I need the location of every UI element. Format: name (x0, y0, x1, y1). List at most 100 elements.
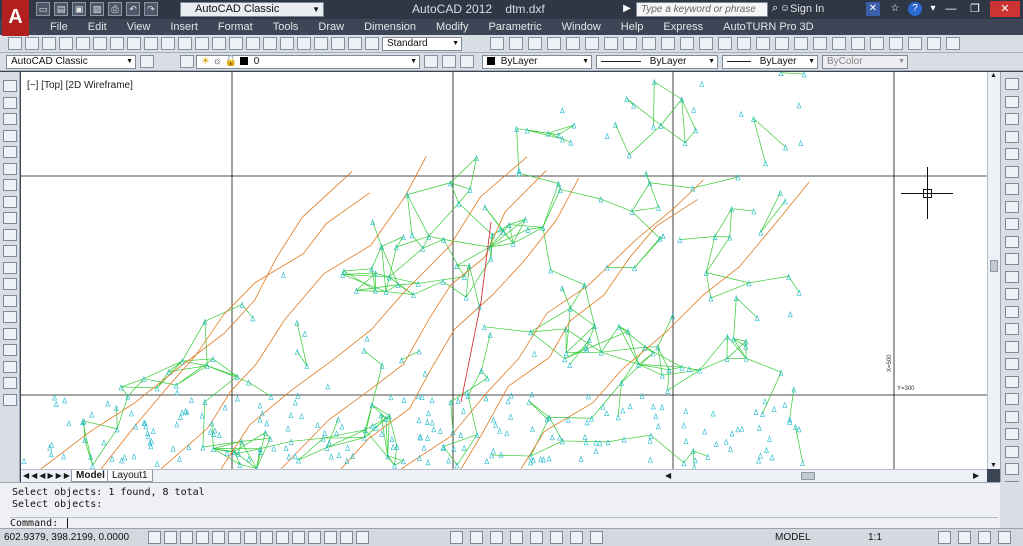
array-icon[interactable] (1005, 148, 1019, 160)
text-icon[interactable] (348, 37, 362, 50)
publish-icon[interactable] (585, 37, 599, 50)
line-icon[interactable] (8, 37, 22, 50)
properties-icon[interactable] (832, 37, 846, 50)
scroll-up-icon[interactable]: ▲ (990, 72, 997, 79)
arc-icon[interactable] (93, 37, 107, 50)
infer-constraints-icon[interactable] (148, 531, 161, 544)
region-icon[interactable] (263, 37, 277, 50)
scroll-left-icon[interactable]: ◀ (665, 471, 671, 480)
offset-icon[interactable] (1005, 130, 1019, 143)
minimize-button[interactable]: — (940, 1, 962, 17)
help-icon[interactable]: ? (908, 2, 922, 16)
break-point-icon[interactable] (1005, 270, 1019, 283)
osnap-icon[interactable] (228, 531, 241, 544)
3d-dwf-icon[interactable] (604, 37, 618, 50)
tpy-icon[interactable] (324, 531, 337, 544)
viewport-label[interactable]: [−] [Top] [2D Wireframe] (27, 80, 133, 91)
menu-help[interactable]: Help (611, 19, 654, 35)
mtext-icon[interactable] (297, 37, 311, 50)
model-space-toggle[interactable]: MODEL (775, 532, 811, 543)
menu-dimension[interactable]: Dimension (354, 19, 426, 35)
tolerance-icon[interactable] (365, 37, 379, 50)
lineweight-combo[interactable]: ByLayer ▼ (722, 55, 818, 69)
point-icon[interactable] (212, 37, 226, 50)
grid-icon[interactable] (180, 531, 193, 544)
rectangle-tool-icon[interactable] (3, 146, 17, 158)
polyline-icon[interactable] (42, 37, 56, 50)
menu-window[interactable]: Window (552, 19, 611, 35)
arc-tool-icon[interactable] (3, 162, 17, 175)
layer-previous-icon[interactable] (460, 55, 474, 68)
scroll-thumb[interactable] (990, 260, 998, 272)
circle-icon[interactable] (110, 37, 124, 50)
quick-view-layouts-icon[interactable] (450, 531, 463, 544)
new-file-icon[interactable]: ▭ (36, 2, 50, 16)
save-icon[interactable]: ▣ (72, 2, 86, 16)
menu-tools[interactable]: Tools (263, 19, 309, 35)
tab-navigation-icons[interactable]: ◀◀◀▶▶▶ (23, 471, 72, 480)
point-tool-icon[interactable] (3, 294, 17, 307)
polyline-tool-icon[interactable] (3, 113, 17, 125)
zoom-realtime-icon[interactable] (775, 37, 789, 50)
break-icon[interactable] (1005, 288, 1019, 300)
menu-file[interactable]: File (40, 19, 78, 35)
table-icon[interactable] (280, 37, 294, 50)
spline-icon[interactable] (144, 37, 158, 50)
draworder-icon[interactable] (1005, 393, 1019, 405)
linetype-combo[interactable]: ByLayer ▼ (596, 55, 718, 69)
ucs-icon[interactable] (1005, 463, 1019, 475)
dimension-icon[interactable] (314, 37, 328, 50)
help-dropdown-icon[interactable]: ▾ (926, 2, 940, 16)
quick-view-drawings-icon[interactable] (470, 531, 483, 544)
vertical-scrollbar[interactable]: ▲ ▼ (987, 72, 1000, 469)
layer-state-icon[interactable] (424, 55, 438, 68)
construction-line-icon[interactable] (25, 37, 39, 50)
auto-scale-icon[interactable] (590, 531, 603, 544)
snap-icon[interactable] (164, 531, 177, 544)
workspace-switcher[interactable]: AutoCAD Classic ▼ (180, 2, 324, 17)
sign-in-link[interactable]: Sign In (790, 3, 824, 15)
scroll-down-icon[interactable]: ▼ (990, 462, 997, 469)
horizontal-scroll-thumb[interactable] (801, 472, 815, 480)
redo-icon[interactable]: ↷ (144, 2, 158, 16)
help-icon[interactable] (946, 37, 960, 50)
ortho-icon[interactable] (196, 531, 209, 544)
showmotion-icon[interactable] (550, 531, 563, 544)
pan-icon[interactable] (756, 37, 770, 50)
workspace-settings-icon[interactable] (140, 55, 154, 68)
menu-format[interactable]: Format (208, 19, 263, 35)
layer-combo[interactable]: ☀ ☼ 🔓 0 ▼ (196, 55, 420, 69)
hatch-icon[interactable] (229, 37, 243, 50)
pan-status-icon[interactable] (490, 531, 503, 544)
line-tool-icon[interactable] (3, 80, 17, 92)
rectangle-icon[interactable] (76, 37, 90, 50)
design-center-icon[interactable] (851, 37, 865, 50)
isolate-objects-icon[interactable] (978, 531, 991, 544)
fillet-icon[interactable] (1005, 340, 1019, 353)
make-block-icon[interactable] (195, 37, 209, 50)
insert-block-icon[interactable] (178, 37, 192, 50)
ellipse-tool-icon[interactable] (3, 228, 17, 241)
chamfer-icon[interactable] (1005, 323, 1019, 335)
extend-icon[interactable] (1005, 253, 1019, 265)
otrack-icon[interactable] (260, 531, 273, 544)
cursor-coordinates[interactable]: 602.9379, 398.2199, 0.0000 (4, 532, 129, 543)
menu-modify[interactable]: Modify (426, 19, 478, 35)
leader-icon[interactable] (331, 37, 345, 50)
autocad-logo[interactable]: A (2, 0, 29, 36)
clean-screen-icon[interactable] (998, 531, 1011, 544)
cut-icon[interactable] (623, 37, 637, 50)
scroll-right-icon[interactable]: ▶ (973, 471, 979, 480)
undo-icon[interactable]: ↶ (126, 2, 140, 16)
menu-view[interactable]: View (117, 19, 161, 35)
annotation-visibility-icon[interactable] (570, 531, 583, 544)
3d-osnap-icon[interactable] (244, 531, 257, 544)
save-as-icon[interactable]: ▨ (90, 2, 104, 16)
multiline-text-tool-icon[interactable] (3, 393, 17, 406)
color-combo[interactable]: ByLayer ▼ (482, 55, 592, 69)
gradient-tool-icon[interactable] (3, 327, 17, 340)
preview-icon[interactable] (566, 37, 580, 50)
command-input[interactable]: Command: (10, 517, 998, 529)
zoom-window-icon[interactable] (794, 37, 808, 50)
menu-parametric[interactable]: Parametric (478, 19, 551, 35)
